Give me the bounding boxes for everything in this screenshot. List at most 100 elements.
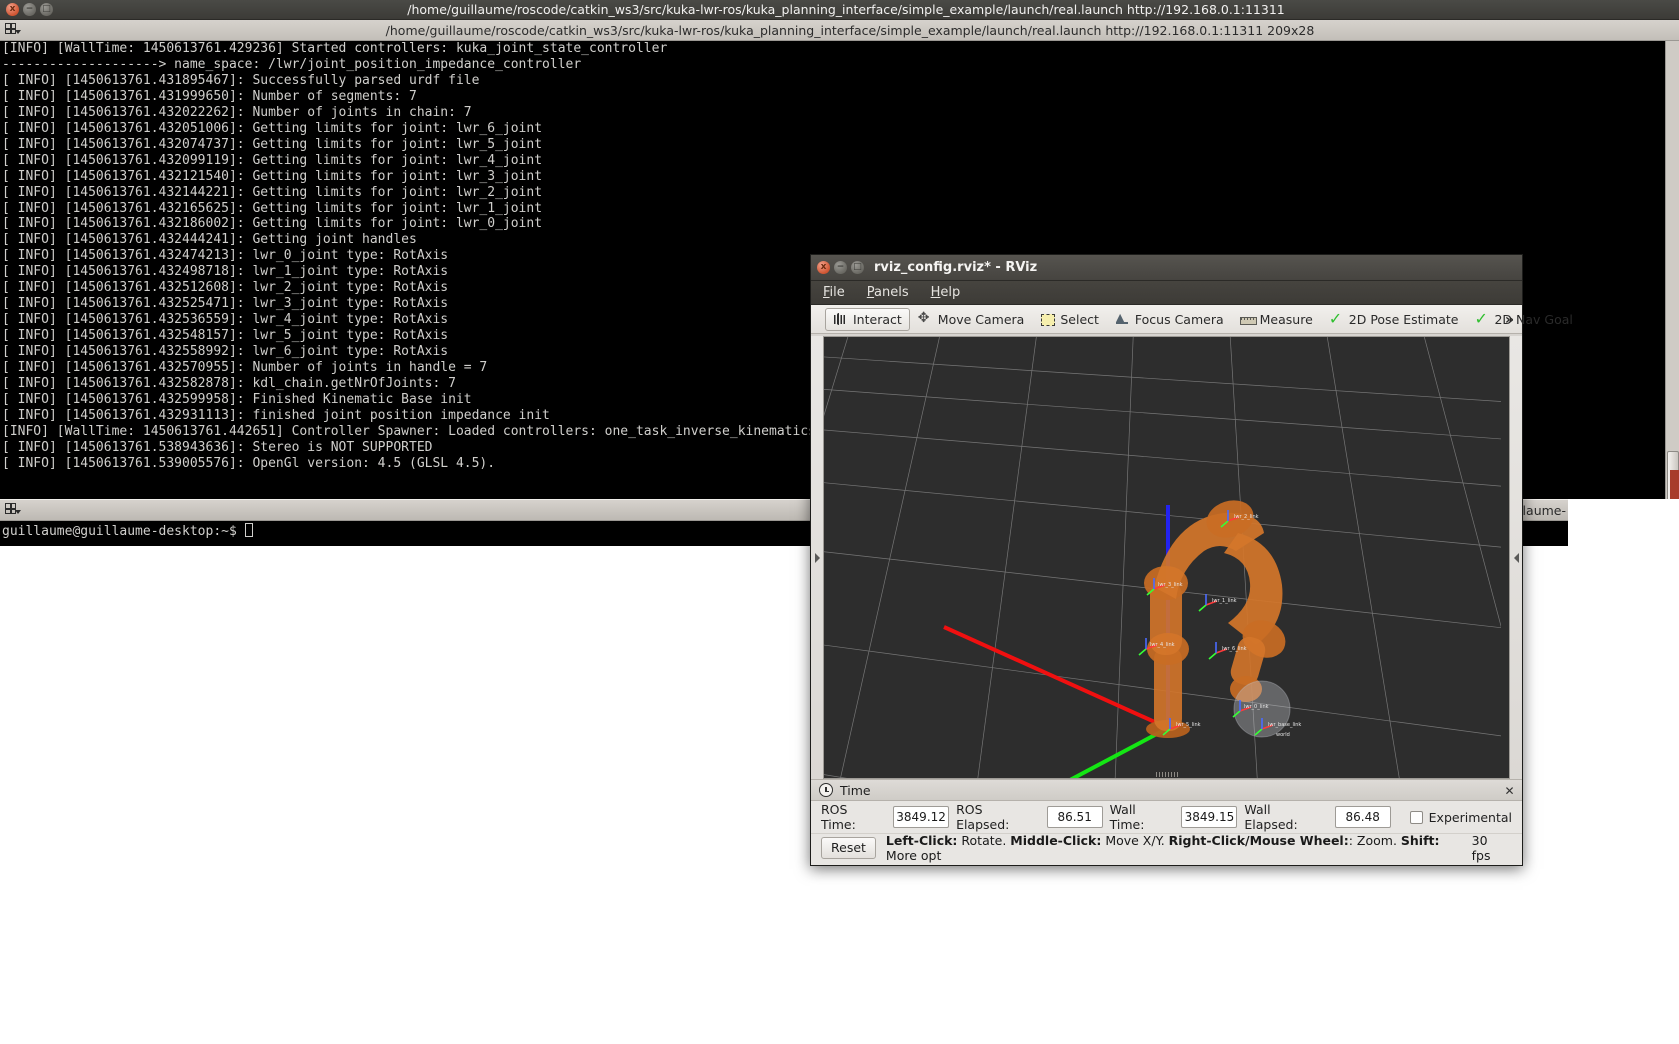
time-panel-title: Time (840, 782, 871, 798)
tool-pose-estimate-button[interactable]: 2D Pose Estimate (1321, 308, 1467, 331)
terminal-line: [ INFO] [1450613761.432121540]: Getting … (2, 168, 543, 184)
minimize-icon: − (25, 4, 34, 14)
menu-help[interactable]: Help (931, 285, 961, 300)
terminal-tabbar: /home/guillaume/roscode/catkin_ws3/src/k… (0, 20, 1679, 41)
chevron-right-icon (814, 552, 820, 563)
rviz-3d-viewport[interactable]: lwr_6_link lwr_5_link lwr_4_link lwr_3_link… (823, 336, 1510, 779)
terminal-tab-title[interactable]: /home/guillaume/roscode/catkin_ws3/src/k… (21, 23, 1679, 38)
clock-icon (819, 783, 833, 797)
ros-elapsed-label: ROS Elapsed: (956, 802, 1010, 832)
tf-frame-label: world (1276, 732, 1290, 738)
hint-segment: : Zoom. (1348, 832, 1401, 848)
right-panel-expander[interactable] (1510, 336, 1522, 779)
close-icon: x (820, 262, 827, 272)
rviz-status-bar: Reset Left-Click: Rotate. Middle-Click: … (811, 833, 1522, 863)
terminal-line: [INFO] [WallTime: 1450613761.429236] Sta… (2, 41, 668, 56)
terminal-line: --------------------> name_space: /lwr/j… (2, 56, 582, 72)
terminal-line: [ INFO] [1450613761.432022262]: Number o… (2, 104, 472, 120)
minimize-button[interactable]: − (23, 3, 36, 16)
tool-measure-label: Measure (1259, 311, 1313, 327)
time-panel-close-button[interactable]: ✕ (1502, 783, 1517, 798)
window-controls: x − □ (0, 3, 53, 16)
rviz-toolbar: Interact Move Camera Select Focus Camera… (811, 305, 1573, 334)
ros-time-label: ROS Time: (821, 802, 856, 832)
maximize-icon: □ (853, 262, 862, 272)
minimize-icon: − (836, 262, 845, 272)
move-camera-icon (918, 310, 933, 327)
measure-icon (1239, 312, 1257, 327)
terminal-line: [ INFO] [1450613761.432144221]: Getting … (2, 184, 543, 200)
maximize-icon: □ (42, 4, 51, 14)
left-panel-expander[interactable] (811, 336, 823, 779)
tool-measure-button[interactable]: Measure (1232, 308, 1321, 331)
rviz-maximize-button[interactable]: □ (851, 261, 864, 274)
terminal2-prompt-text: guillaume@guillaume-desktop:~$ (2, 524, 245, 539)
menu-file[interactable]: File (823, 285, 845, 300)
desktop-fill (1568, 499, 1679, 546)
hint-segment: Shift: (1400, 832, 1440, 848)
terminal-titlebar: x − □ /home/guillaume/roscode/catkin_ws3… (0, 0, 1679, 20)
tf-frame-label: lwr_base_link (1268, 722, 1301, 728)
toolbar-overflow-button[interactable]: » (1500, 305, 1519, 334)
tool-interact-button[interactable]: Interact (825, 307, 910, 331)
maximize-button[interactable]: □ (40, 3, 53, 16)
tf-frame-label: lwr_6_link (1222, 646, 1247, 652)
experimental-checkbox[interactable] (1409, 810, 1423, 824)
focus-camera-icon (1115, 311, 1130, 327)
viewport-resize-grip[interactable] (1155, 772, 1178, 777)
mouse-hint-text: Left-Click: Rotate. Middle-Click: Move X… (886, 833, 1462, 863)
time-panel: Time ✕ ROS Time: 3849.12 ROS Elapsed: 86… (811, 779, 1522, 863)
wall-elapsed-field[interactable]: 86.48 (1334, 806, 1391, 828)
terminal-line: [ INFO] [1450613761.431895467]: Successf… (2, 72, 480, 88)
hint-segment: Rotate. (957, 832, 1011, 848)
pose-estimate-icon (1329, 309, 1344, 328)
tool-focus-camera-label: Focus Camera (1134, 311, 1224, 327)
terminal2-menu-icon[interactable] (3, 502, 21, 518)
experimental-label: Experimental (1428, 809, 1513, 825)
tool-select-button[interactable]: Select (1032, 308, 1107, 331)
viewport-scene: lwr_6_link lwr_5_link lwr_4_link lwr_3_link… (824, 337, 1501, 778)
close-button[interactable]: x (6, 3, 19, 16)
hint-segment: More opt (885, 847, 942, 863)
tf-frame-label: lwr_3_link (1158, 582, 1183, 588)
tf-frame-label: lwr_0_link (1244, 704, 1269, 710)
menu-help-rest: elp (940, 285, 961, 300)
menu-panels-mnemonic: P (866, 285, 875, 300)
tool-interact-label: Interact (853, 311, 902, 327)
select-icon (1040, 312, 1056, 327)
terminal-line: [ INFO] [1450613761.432074737]: Getting … (2, 136, 543, 152)
wall-elapsed-label: Wall Elapsed: (1244, 802, 1298, 832)
close-icon: x (9, 4, 16, 14)
time-panel-header: Time ✕ (811, 779, 1522, 801)
rviz-minimize-button[interactable]: − (834, 261, 847, 274)
rviz-window-title: rviz_config.rviz* - RViz (874, 260, 1038, 275)
time-panel-fields-row: ROS Time: 3849.12 ROS Elapsed: 86.51 Wal… (811, 801, 1522, 833)
hint-segment: Right-Click/Mouse Wheel: (1168, 832, 1349, 848)
tf-frame-label: lwr_1_link (1212, 598, 1237, 604)
terminal-line: [ INFO] [1450613761.432165625]: Getting … (2, 200, 543, 216)
tool-nav-goal-button[interactable]: 2D Nav Goal (1466, 308, 1580, 331)
rviz-window-controls: x − □ (817, 261, 864, 274)
menu-panels[interactable]: Panels (867, 285, 909, 300)
experimental-checkbox-wrap[interactable]: Experimental (1409, 809, 1513, 825)
hint-segment: Middle-Click: (1010, 832, 1102, 848)
tool-focus-camera-button[interactable]: Focus Camera (1107, 308, 1232, 331)
terminal-line: [ INFO] [1450613761.432444241]: Getting … (2, 232, 417, 248)
desktop-root: x − □ /home/guillaume/roscode/catkin_ws3… (0, 0, 1679, 1044)
hint-segment: Move X/Y. (1101, 832, 1169, 848)
rviz-close-button[interactable]: x (817, 261, 830, 274)
ros-elapsed-field[interactable]: 86.51 (1046, 806, 1103, 828)
rviz-main-area: lwr_6_link lwr_5_link lwr_4_link lwr_3_link… (811, 334, 1522, 779)
menu-panels-rest: anels (874, 285, 909, 300)
terminal-line: [ INFO] [1450613761.432099119]: Getting … (2, 152, 543, 168)
wall-time-field[interactable]: 3849.15 (1181, 806, 1238, 828)
menu-help-mnemonic: H (930, 285, 941, 300)
tool-move-camera-button[interactable]: Move Camera (910, 308, 1033, 331)
terminal-scrollbar[interactable] (1665, 41, 1679, 505)
reset-button[interactable]: Reset (821, 836, 876, 859)
ros-time-field[interactable]: 3849.12 (893, 806, 950, 828)
terminal-menu-icon[interactable] (3, 22, 21, 38)
chevron-left-icon (1513, 552, 1519, 563)
tf-frame-label: lwr_4_link (1150, 642, 1175, 648)
menu-file-rest: ile (829, 285, 845, 300)
